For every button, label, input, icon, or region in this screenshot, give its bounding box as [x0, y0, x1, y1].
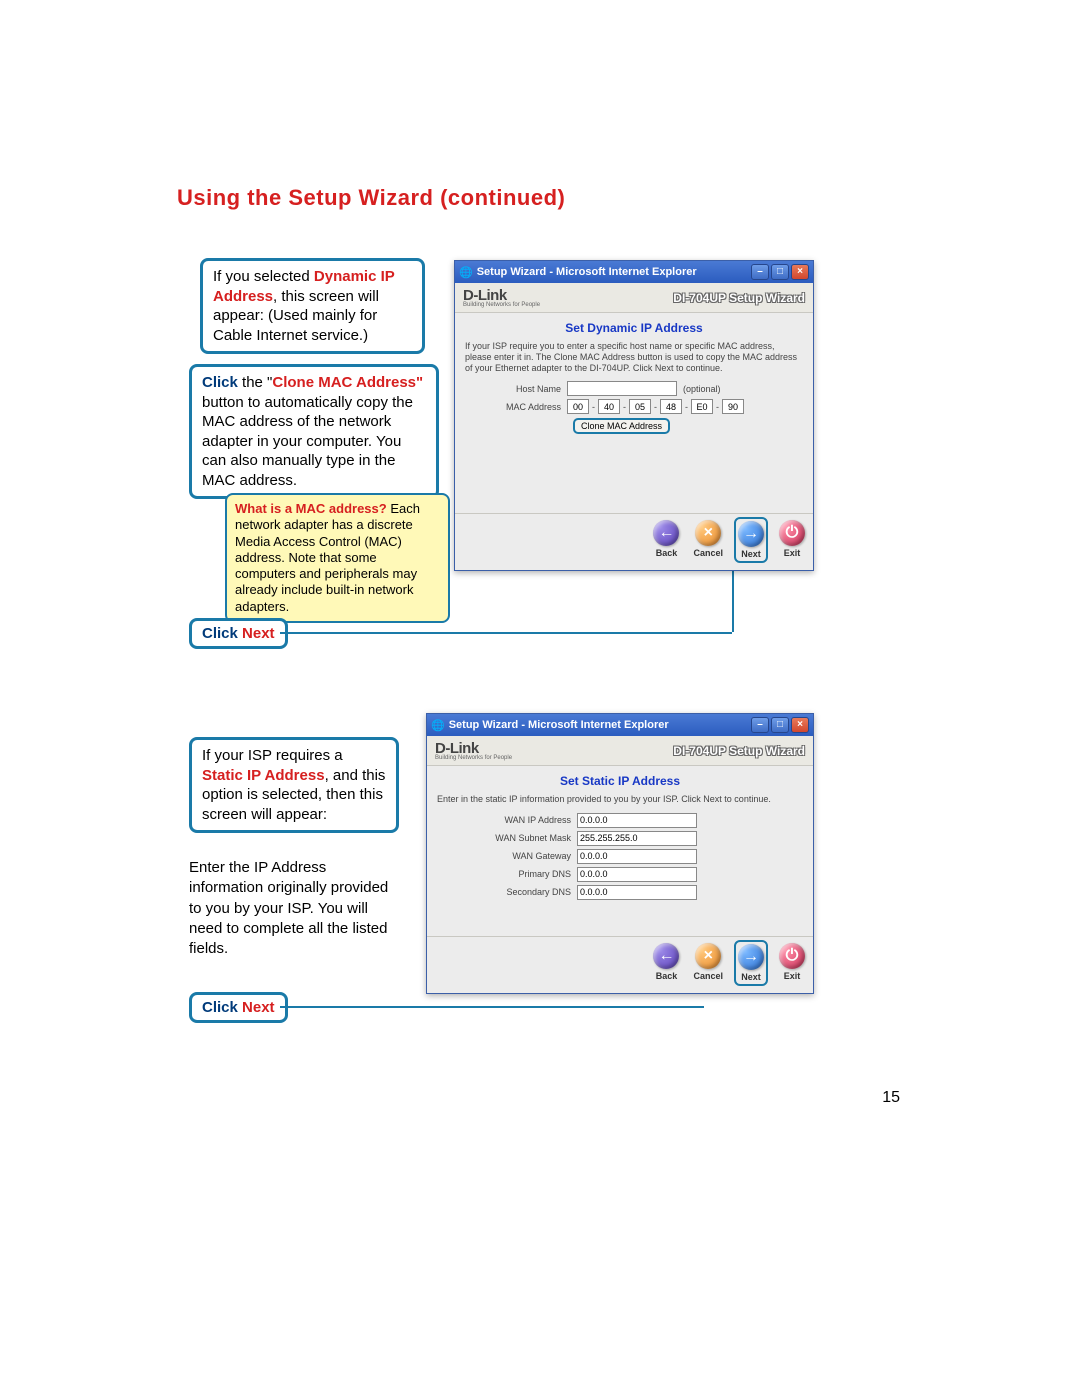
connector-line: [280, 1006, 704, 1008]
next-button[interactable]: → Next: [737, 943, 765, 983]
wizard-name: DI-704UP Setup Wizard: [673, 744, 805, 758]
mac-octet-3[interactable]: [660, 399, 682, 414]
next-icon: →: [738, 944, 764, 970]
cancel-icon: ×: [695, 520, 721, 546]
connector-line: [280, 632, 732, 634]
back-button[interactable]: ← Back: [653, 520, 679, 560]
exit-button[interactable]: ⏻ Exit: [779, 943, 805, 983]
wan-ip-input[interactable]: [577, 813, 697, 828]
text-click: Click: [202, 999, 242, 1016]
brand-tagline: Building Networks for People: [463, 302, 540, 308]
mac-octet-5[interactable]: [722, 399, 744, 414]
text: If your ISP requires a: [202, 747, 343, 764]
callout-dynamic-ip-intro: If you selected Dynamic IP Address, this…: [200, 258, 425, 354]
text-next: Next: [242, 999, 275, 1016]
close-button[interactable]: ×: [791, 717, 809, 733]
exit-icon: ⏻: [779, 943, 805, 969]
text-red: Static IP Address: [202, 767, 325, 784]
label: Next: [741, 549, 761, 559]
text-click: Click: [202, 374, 238, 391]
window-titlebar: 🌐 Setup Wizard - Microsoft Internet Expl…: [455, 261, 813, 283]
page-title: Using the Setup Wizard (continued): [177, 185, 565, 211]
note-body: Each network adapter has a discrete Medi…: [235, 501, 420, 614]
text: button to automatically copy the MAC add…: [202, 394, 413, 489]
note-title: What is a MAC address?: [235, 501, 387, 516]
connector-line: [732, 570, 734, 632]
maximize-button[interactable]: □: [771, 717, 789, 733]
mac-octet-1[interactable]: [598, 399, 620, 414]
callout-clone-mac: Click the "Clone MAC Address" button to …: [189, 364, 439, 499]
mac-label: MAC Address: [465, 402, 567, 412]
wizard-description: If your ISP require you to enter a speci…: [465, 341, 803, 373]
wizard-description: Enter in the static IP information provi…: [437, 794, 803, 805]
click-next-badge-2: Click Next: [189, 992, 288, 1023]
brand-tagline: Building Networks for People: [435, 755, 512, 761]
cancel-icon: ×: [695, 943, 721, 969]
label: Cancel: [693, 548, 723, 558]
mac-octet-2[interactable]: [629, 399, 651, 414]
text-click: Click: [202, 625, 242, 642]
wan-subnet-input[interactable]: [577, 831, 697, 846]
back-icon: ←: [653, 943, 679, 969]
text: the ": [238, 374, 273, 391]
wan-subnet-label: WAN Subnet Mask: [437, 833, 577, 843]
wan-gateway-input[interactable]: [577, 849, 697, 864]
label: Back: [656, 971, 678, 981]
cancel-button[interactable]: × Cancel: [693, 943, 723, 983]
wan-gateway-label: WAN Gateway: [437, 851, 577, 861]
back-icon: ←: [653, 520, 679, 546]
text-red: Clone MAC Address": [272, 374, 423, 391]
text: Enter the IP Address information origina…: [189, 859, 388, 957]
screenshot-static-ip: 🌐 Setup Wizard - Microsoft Internet Expl…: [426, 713, 814, 994]
close-button[interactable]: ×: [791, 264, 809, 280]
page-number: 15: [882, 1089, 900, 1107]
screenshot-dynamic-ip: 🌐 Setup Wizard - Microsoft Internet Expl…: [454, 260, 814, 571]
window-title: Setup Wizard - Microsoft Internet Explor…: [449, 719, 669, 731]
maximize-button[interactable]: □: [771, 264, 789, 280]
secondary-dns-input[interactable]: [577, 885, 697, 900]
minimize-button[interactable]: –: [751, 717, 769, 733]
primary-dns-label: Primary DNS: [437, 869, 577, 879]
minimize-button[interactable]: –: [751, 264, 769, 280]
wizard-name: DI-704UP Setup Wizard: [673, 291, 805, 305]
mac-octet-4[interactable]: [691, 399, 713, 414]
label: Back: [656, 548, 678, 558]
hostname-input[interactable]: [567, 381, 677, 396]
optional-label: (optional): [683, 384, 721, 394]
wizard-header: D-Link Building Networks for People DI-7…: [427, 736, 813, 766]
hostname-label: Host Name: [465, 384, 567, 394]
window-titlebar: 🌐 Setup Wizard - Microsoft Internet Expl…: [427, 714, 813, 736]
wizard-footer: ← Back × Cancel → Next ⏻ Exit: [427, 936, 813, 993]
label: Cancel: [693, 971, 723, 981]
exit-icon: ⏻: [779, 520, 805, 546]
wizard-header: D-Link Building Networks for People DI-7…: [455, 283, 813, 313]
next-icon: →: [738, 521, 764, 547]
mac-octet-0[interactable]: [567, 399, 589, 414]
label: Exit: [784, 548, 801, 558]
info-static-ip: Enter the IP Address information origina…: [189, 858, 404, 959]
ie-icon: 🌐: [431, 719, 445, 732]
wizard-section-title: Set Dynamic IP Address: [465, 321, 803, 335]
clone-mac-button[interactable]: Clone MAC Address: [573, 418, 670, 434]
cancel-button[interactable]: × Cancel: [693, 520, 723, 560]
next-button[interactable]: → Next: [737, 520, 765, 560]
click-next-badge-1: Click Next: [189, 618, 288, 649]
text-next: Next: [242, 625, 275, 642]
secondary-dns-label: Secondary DNS: [437, 887, 577, 897]
label: Next: [741, 972, 761, 982]
note-mac-address: What is a MAC address? Each network adap…: [225, 493, 450, 623]
window-title: Setup Wizard - Microsoft Internet Explor…: [477, 266, 697, 278]
ie-icon: 🌐: [459, 266, 473, 279]
label: Exit: [784, 971, 801, 981]
wizard-section-title: Set Static IP Address: [437, 774, 803, 788]
back-button[interactable]: ← Back: [653, 943, 679, 983]
wan-ip-label: WAN IP Address: [437, 815, 577, 825]
exit-button[interactable]: ⏻ Exit: [779, 520, 805, 560]
callout-static-ip-intro: If your ISP requires a Static IP Address…: [189, 737, 399, 833]
wizard-footer: ← Back × Cancel → Next ⏻ Exit: [455, 513, 813, 570]
primary-dns-input[interactable]: [577, 867, 697, 882]
text: If you selected: [213, 268, 314, 285]
